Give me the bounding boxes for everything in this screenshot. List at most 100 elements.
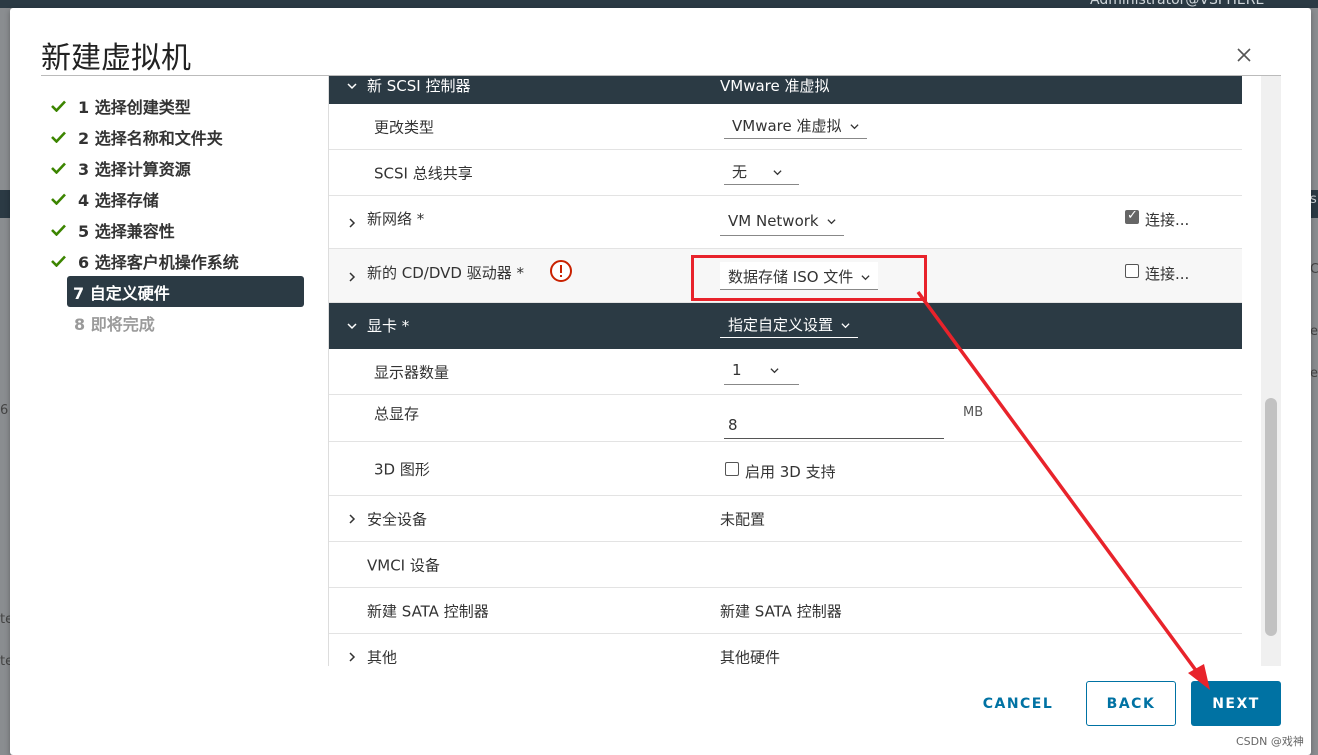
check-icon (51, 193, 66, 205)
network-label: 新网络 * (367, 210, 425, 228)
video-card-label: 显卡 * (367, 317, 410, 335)
cd-dvd-row: 新的 CD/DVD 驱动器 * 数据存储 ISO 文件 连接... (329, 249, 1242, 303)
network-connect-checkbox[interactable] (1125, 208, 1139, 224)
check-icon (51, 100, 66, 112)
check-icon (51, 162, 66, 174)
cd-dvd-connect-checkbox[interactable] (1125, 264, 1139, 278)
video-memory-label: 总显存 (374, 405, 420, 423)
scsi-controller-value: VMware 准虚拟 (720, 77, 830, 95)
video-memory-unit: MB (963, 405, 984, 420)
error-icon (550, 260, 572, 282)
scrollbar-thumb[interactable] (1265, 398, 1277, 636)
step-guest-os[interactable]: 6 选择客户机操作系统 (47, 245, 307, 276)
video-memory-input[interactable]: 8 (724, 411, 944, 439)
background-user-name: Administrator@VSPHERE (1090, 0, 1265, 8)
step-label: 2 选择名称和文件夹 (78, 128, 223, 148)
displays-label: 显示器数量 (374, 363, 450, 381)
chevron-down-icon (347, 323, 357, 330)
check-icon (51, 255, 66, 267)
background-left-text: 6 (0, 403, 9, 418)
scsi-bus-value: 无 (732, 163, 748, 181)
scsi-bus-dropdown[interactable]: 无 (724, 157, 799, 185)
chevron-right-icon[interactable] (347, 218, 357, 228)
change-type-dropdown[interactable]: VMware 准虚拟 (724, 111, 867, 139)
scsi-controller-label: 新 SCSI 控制器 (367, 77, 471, 95)
cd-dvd-dropdown[interactable]: 数据存储 ISO 文件 (720, 262, 879, 290)
other-row: 其他 其他硬件 (329, 634, 1242, 666)
graphics-3d-label: 3D 图形 (374, 460, 430, 478)
other-value: 其他硬件 (720, 648, 781, 666)
hardware-list: 新 SCSI 控制器 VMware 准虚拟 更改类型 VMware 准虚拟 SC… (328, 76, 1242, 666)
step-label: 5 选择兼容性 (78, 221, 175, 241)
wizard-steps: 1 选择创建类型 2 选择名称和文件夹 3 选择计算资源 4 选择存储 5 选择… (47, 90, 307, 338)
step-storage[interactable]: 4 选择存储 (47, 183, 307, 214)
background-right-text: C (1310, 262, 1318, 277)
watermark: CSDN @戏神 (1236, 735, 1304, 748)
step-compute-resource[interactable]: 3 选择计算资源 (47, 152, 307, 183)
background-right-text: e (1310, 366, 1318, 381)
step-label: 6 选择客户机操作系统 (78, 252, 239, 272)
other-label: 其他 (367, 648, 398, 666)
scsi-controller-row[interactable]: 新 SCSI 控制器 VMware 准虚拟 (329, 76, 1242, 104)
chevron-down-icon (849, 124, 859, 130)
scsi-bus-row: SCSI 总线共享 无 (329, 150, 1242, 196)
step-label: 4 选择存储 (78, 190, 159, 210)
chevron-down-icon (769, 368, 779, 374)
change-type-row: 更改类型 VMware 准虚拟 (329, 104, 1242, 150)
security-device-label: 安全设备 (367, 510, 428, 528)
step-name-folder[interactable]: 2 选择名称和文件夹 (47, 121, 307, 152)
step-ready-to-complete: 8 即将完成 (74, 307, 307, 338)
chevron-right-icon[interactable] (347, 514, 357, 524)
displays-value: 1 (732, 361, 742, 379)
video-card-row[interactable]: 显卡 * 指定自定义设置 (329, 303, 1242, 349)
graphics-3d-row: 3D 图形 启用 3D 支持 (329, 442, 1242, 496)
enable-3d-label: 启用 3D 支持 (745, 463, 836, 481)
sata-controller-row: 新建 SATA 控制器 新建 SATA 控制器 (329, 588, 1242, 634)
enable-3d-checkbox[interactable] (725, 462, 739, 476)
chevron-right-icon[interactable] (347, 652, 357, 662)
new-vm-dialog: 新建虚拟机 1 选择创建类型 2 选择名称和文件夹 3 选择计算资源 4 选择存… (10, 8, 1311, 755)
step-customize-hardware[interactable]: 7 自定义硬件 (67, 276, 304, 307)
step-label: 7 自定义硬件 (73, 283, 170, 303)
video-memory-row: 总显存 8 MB (329, 395, 1242, 442)
cd-dvd-label: 新的 CD/DVD 驱动器 * (367, 264, 524, 282)
network-connect-label: 连接... (1145, 211, 1190, 229)
chevron-down-icon (841, 323, 850, 329)
check-icon (51, 131, 66, 143)
cancel-button[interactable]: CANCEL (962, 681, 1074, 726)
network-row: 新网络 * VM Network 连接... (329, 196, 1242, 249)
scsi-bus-label: SCSI 总线共享 (374, 164, 473, 182)
step-label: 3 选择计算资源 (78, 159, 191, 179)
vmci-row: VMCI 设备 (329, 542, 1242, 588)
chevron-down-icon (773, 170, 782, 176)
security-device-row: 安全设备 未配置 (329, 496, 1242, 542)
displays-dropdown[interactable]: 1 (724, 357, 799, 385)
vmci-label: VMCI 设备 (367, 556, 440, 574)
video-card-value: 指定自定义设置 (728, 316, 834, 334)
chevron-down-icon (861, 275, 870, 281)
close-icon[interactable] (1234, 45, 1254, 65)
step-label: 8 即将完成 (74, 314, 155, 334)
cd-dvd-connect-label: 连接... (1145, 265, 1190, 283)
step-compatibility[interactable]: 5 选择兼容性 (47, 214, 307, 245)
chevron-right-icon[interactable] (347, 272, 357, 282)
network-dropdown[interactable]: VM Network (720, 208, 844, 236)
network-value: VM Network (728, 212, 819, 230)
video-card-dropdown[interactable]: 指定自定义设置 (720, 310, 859, 338)
displays-row: 显示器数量 1 (329, 349, 1242, 395)
background-right-text: s (1310, 192, 1317, 207)
background-left-bar (0, 190, 10, 218)
check-icon (51, 224, 66, 236)
step-create-type[interactable]: 1 选择创建类型 (47, 90, 307, 121)
security-device-value: 未配置 (720, 510, 766, 528)
sata-controller-value: 新建 SATA 控制器 (720, 602, 842, 620)
sata-controller-label: 新建 SATA 控制器 (367, 602, 489, 620)
back-button[interactable]: BACK (1086, 681, 1176, 726)
chevron-down-icon (827, 219, 836, 225)
change-type-value: VMware 准虚拟 (732, 117, 842, 135)
change-type-label: 更改类型 (374, 118, 435, 136)
background-right-text: e (1310, 324, 1318, 339)
content-scrollbar[interactable] (1261, 76, 1281, 666)
chevron-down-icon (347, 83, 357, 90)
next-button[interactable]: NEXT (1191, 681, 1281, 726)
